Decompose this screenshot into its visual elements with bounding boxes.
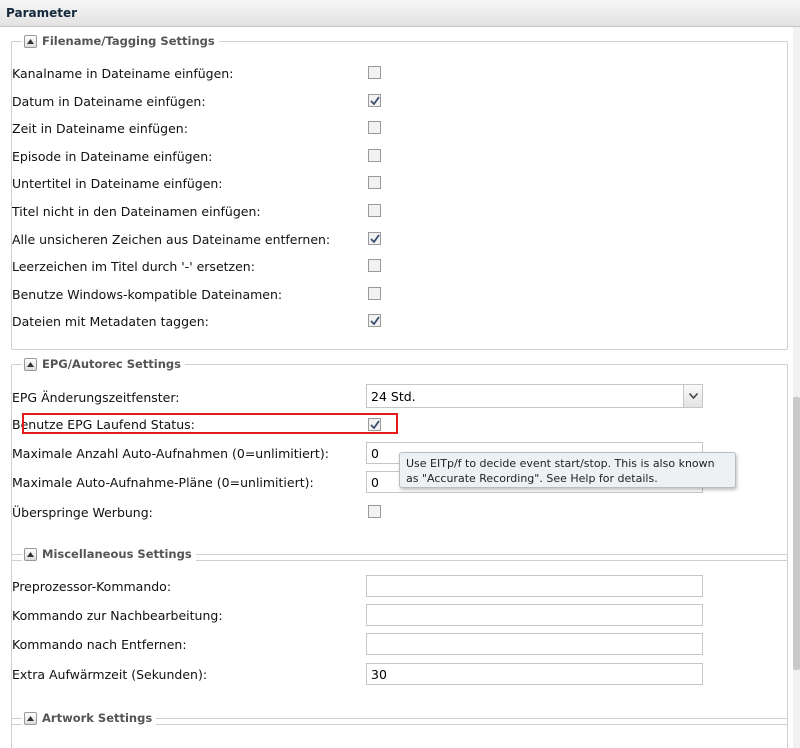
chevron-down-icon (688, 393, 698, 399)
preprocessor-label: Preprozessor-Kommando: (12, 578, 172, 594)
remove-cmd-input[interactable] (366, 633, 703, 655)
filename-option-label: Alle unsicheren Zeichen aus Dateiname en… (12, 231, 331, 247)
remove-cmd-row: Kommando nach Entfernen: (12, 634, 187, 654)
panel-title: Parameter (6, 6, 78, 20)
collapse-toggle-filename[interactable] (24, 34, 37, 48)
max-autorec-row: Maximale Anzahl Auto-Aufnahmen (0=unlimi… (12, 443, 329, 463)
collapse-arrow-icon (27, 38, 34, 44)
filename-option-row: Benutze Windows-kompatible Dateinamen: (12, 284, 282, 304)
filename-option-checkbox[interactable] (368, 149, 381, 162)
filename-option-label: Kanalname in Dateiname einfügen: (12, 65, 234, 81)
legend-label: Artwork Settings (42, 711, 153, 725)
filename-option-checkbox[interactable] (368, 204, 381, 217)
legend-label: EPG/Autorec Settings (42, 357, 181, 371)
collapse-toggle-epg[interactable] (24, 357, 37, 371)
checkmark-icon (369, 316, 380, 325)
filename-option-label: Leerzeichen im Titel durch '-' ersetzen: (12, 258, 255, 274)
collapse-toggle-artwork[interactable] (24, 711, 37, 725)
highlight-box (22, 413, 398, 434)
skip-ads-checkbox[interactable] (368, 505, 381, 518)
epg-window-label: EPG Änderungszeitfenster: (12, 389, 180, 405)
filename-option-row: Datum in Dateiname einfügen: (12, 91, 206, 111)
warmup-input[interactable] (366, 663, 703, 685)
fieldset-legend-misc: Miscellaneous Settings (22, 546, 196, 562)
collapse-toggle-misc[interactable] (24, 547, 37, 561)
max-autorec-label: Maximale Anzahl Auto-Aufnahmen (0=unlimi… (12, 445, 329, 461)
filename-option-label: Dateien mit Metadaten taggen: (12, 313, 209, 329)
panel-header: Parameter (0, 0, 800, 27)
epg-window-value: 24 Std. (371, 389, 416, 404)
checkmark-icon (369, 96, 380, 105)
postprocessor-input[interactable] (366, 604, 703, 626)
checkmark-icon (369, 234, 380, 243)
filename-option-label: Titel nicht in den Dateinamen einfügen: (12, 203, 261, 219)
postprocessor-label: Kommando zur Nachbearbeitung: (12, 607, 223, 623)
max-plans-label: Maximale Auto-Aufnahme-Pläne (0=unlimiti… (12, 474, 314, 490)
dropdown-trigger[interactable] (683, 385, 702, 407)
preprocessor-row: Preprozessor-Kommando: (12, 576, 171, 596)
preprocessor-input[interactable] (366, 575, 703, 597)
filename-option-label: Zeit in Dateiname einfügen: (12, 120, 188, 136)
skip-ads-row: Überspringe Werbung: (12, 502, 153, 522)
legend-label: Filename/Tagging Settings (42, 34, 215, 48)
scrollbar-thumb[interactable] (793, 397, 800, 670)
filename-option-checkbox[interactable] (368, 176, 381, 189)
collapse-arrow-icon (27, 361, 34, 367)
filename-option-checkbox[interactable] (368, 287, 381, 300)
legend-label: Miscellaneous Settings (42, 547, 192, 561)
filename-option-row: Alle unsicheren Zeichen aus Dateiname en… (12, 229, 330, 249)
fieldset-legend-epg: EPG/Autorec Settings (22, 356, 185, 372)
warmup-label: Extra Aufwärmzeit (Sekunden): (12, 666, 208, 682)
filename-option-row: Zeit in Dateiname einfügen: (12, 118, 188, 138)
filename-option-row: Untertitel in Dateiname einfügen: (12, 173, 223, 193)
filename-option-checkbox[interactable] (368, 94, 381, 107)
filename-option-row: Titel nicht in den Dateinamen einfügen: (12, 201, 261, 221)
filename-option-label: Untertitel in Dateiname einfügen: (12, 175, 223, 191)
warmup-row: Extra Aufwärmzeit (Sekunden): (12, 664, 207, 684)
filename-option-checkbox[interactable] (368, 121, 381, 134)
filename-option-label: Datum in Dateiname einfügen: (12, 93, 206, 109)
fieldset-artwork: Artwork Settings (11, 710, 788, 748)
fieldset-legend-filename: Filename/Tagging Settings (22, 33, 219, 49)
filename-option-row: Dateien mit Metadaten taggen: (12, 311, 209, 331)
remove-cmd-label: Kommando nach Entfernen: (12, 636, 187, 652)
skip-ads-label: Überspringe Werbung: (12, 504, 153, 520)
filename-option-checkbox[interactable] (368, 259, 381, 272)
epg-window-select[interactable]: 24 Std. (366, 384, 703, 408)
filename-option-checkbox[interactable] (368, 232, 381, 245)
filename-option-row: Episode in Dateiname einfügen: (12, 146, 212, 166)
collapse-arrow-icon (27, 551, 34, 557)
filename-option-checkbox[interactable] (368, 66, 381, 79)
epg-window-row: EPG Änderungszeitfenster: (12, 387, 180, 407)
filename-option-checkbox[interactable] (368, 314, 381, 327)
filename-option-row: Leerzeichen im Titel durch '-' ersetzen: (12, 256, 255, 276)
filename-option-row: Kanalname in Dateiname einfügen: (12, 63, 233, 83)
filename-option-label: Benutze Windows-kompatible Dateinamen: (12, 286, 283, 302)
postprocessor-row: Kommando zur Nachbearbeitung: (12, 605, 223, 625)
tooltip: Use EITp/f to decide event start/stop. T… (399, 452, 736, 488)
max-plans-row: Maximale Auto-Aufnahme-Pläne (0=unlimiti… (12, 472, 314, 492)
collapse-arrow-icon (27, 715, 34, 721)
filename-option-label: Episode in Dateiname einfügen: (12, 148, 213, 164)
fieldset-legend-artwork: Artwork Settings (22, 710, 157, 726)
